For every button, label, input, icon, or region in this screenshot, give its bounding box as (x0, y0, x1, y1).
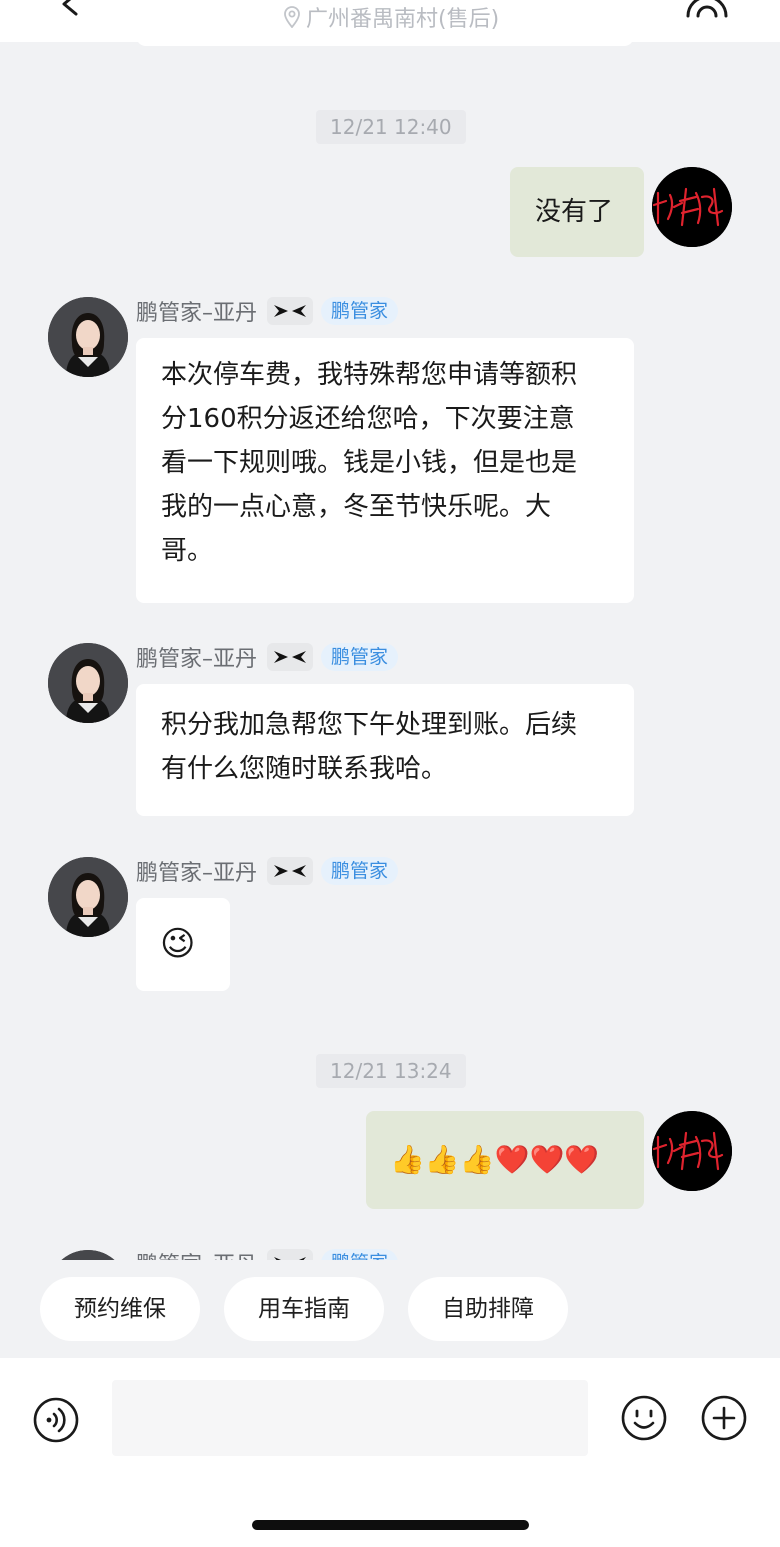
sender-info: 鹏管家–亚丹 鹏管家 (136, 1247, 399, 1260)
role-badge: 鹏管家 (321, 1249, 399, 1260)
brand-badge (267, 643, 314, 671)
sender-name: 鹏管家–亚丹 (136, 301, 258, 326)
outgoing-message-bubble[interactable]: 👍👍👍❤️❤️❤️ (366, 1111, 644, 1209)
home-indicator (252, 1520, 529, 1530)
role-badge: 鹏管家 (321, 643, 399, 671)
voice-input-icon[interactable] (32, 1396, 80, 1444)
brand-badge (267, 857, 314, 885)
agent-avatar-image (48, 643, 128, 723)
message-text: 👍👍👍❤️❤️❤️ (390, 1143, 600, 1176)
back-arrow-icon[interactable] (56, 0, 84, 22)
message-text: 没有了 (535, 197, 614, 227)
message-line: 积分我加急帮您下午处理到账。后续 (161, 710, 578, 740)
sender-name: 鹏管家–亚丹 (136, 1247, 257, 1260)
brand-badge (267, 1249, 314, 1260)
xpeng-logo-icon (274, 865, 307, 877)
top-bar: 广州番禺南村(售后) (0, 0, 780, 42)
agent-avatar-image (48, 297, 128, 377)
agent-avatar[interactable] (48, 297, 128, 377)
wink-emoji: 😉 (160, 924, 196, 964)
message-line: 有什么您随时联系我哈。 (161, 754, 448, 784)
sender-info: 鹏管家–亚丹 鹏管家 (136, 856, 399, 886)
sender-info: 鹏管家–亚丹 鹏管家 (136, 296, 399, 326)
outgoing-message-bubble[interactable]: 没有了 (510, 167, 644, 257)
message-line: 我的一点心意，冬至节快乐呢。大 (161, 492, 552, 522)
agent-avatar-image (48, 1250, 128, 1260)
incoming-message-bubble[interactable]: 积分我加急帮您下午处理到账。后续 有什么您随时联系我哈。 (136, 684, 634, 816)
xpeng-logo-icon (274, 651, 307, 663)
message-line: 哥。 (161, 536, 214, 566)
location-label: 广州番禺南村(售后) (306, 7, 500, 32)
message-timestamp: 12/21 12:40 (316, 110, 466, 144)
role-badge: 鹏管家 (321, 297, 399, 325)
message-line: 看一下规则哦。钱是小钱，但是也是 (161, 448, 578, 478)
previous-message-bubble (136, 42, 634, 46)
user-avatar[interactable] (652, 1111, 732, 1191)
agent-avatar[interactable] (48, 857, 128, 937)
brand-badge (267, 297, 314, 325)
user-avatar[interactable] (652, 167, 732, 247)
quick-reply-maintenance-booking[interactable]: 预约维保 (40, 1277, 200, 1341)
user-avatar-image (652, 167, 732, 247)
headset-icon[interactable] (684, 0, 730, 22)
incoming-emoji-bubble[interactable]: 😉 (136, 898, 230, 991)
store-location[interactable]: 广州番禺南村(售后) (282, 2, 499, 32)
role-badge: 鹏管家 (321, 857, 399, 885)
user-avatar-image (652, 1111, 732, 1191)
sender-info: 鹏管家–亚丹 鹏管家 (136, 642, 399, 672)
sender-name: 鹏管家–亚丹 (136, 647, 258, 672)
chat-message-list[interactable]: 12/21 12:40 没有了 鹏管家–亚丹 鹏管家 本次停车费，我特殊帮您申请… (0, 42, 780, 1260)
location-pin-icon (284, 6, 300, 28)
agent-avatar-image (48, 857, 128, 937)
xpeng-logo-icon (274, 305, 307, 317)
quick-reply-bar: 预约维保 用车指南 自助排障 (0, 1260, 780, 1358)
message-line: 本次停车费，我特殊帮您申请等额积 (161, 360, 578, 390)
message-line: 分160积分返还给您哈，下次要注意 (161, 404, 575, 434)
incoming-message-bubble[interactable]: 本次停车费，我特殊帮您申请等额积 分160积分返还给您哈，下次要注意 看一下规则… (136, 338, 634, 603)
quick-reply-self-troubleshoot[interactable]: 自助排障 (408, 1277, 568, 1341)
message-input-bar (0, 1358, 780, 1547)
message-input[interactable] (112, 1380, 588, 1456)
plus-icon[interactable] (700, 1394, 748, 1442)
agent-avatar[interactable] (48, 643, 128, 723)
message-timestamp: 12/21 13:24 (316, 1054, 466, 1088)
sender-name: 鹏管家–亚丹 (136, 861, 258, 886)
agent-avatar[interactable] (48, 1250, 128, 1260)
quick-reply-car-guide[interactable]: 用车指南 (224, 1277, 384, 1341)
emoji-icon[interactable] (620, 1394, 668, 1442)
